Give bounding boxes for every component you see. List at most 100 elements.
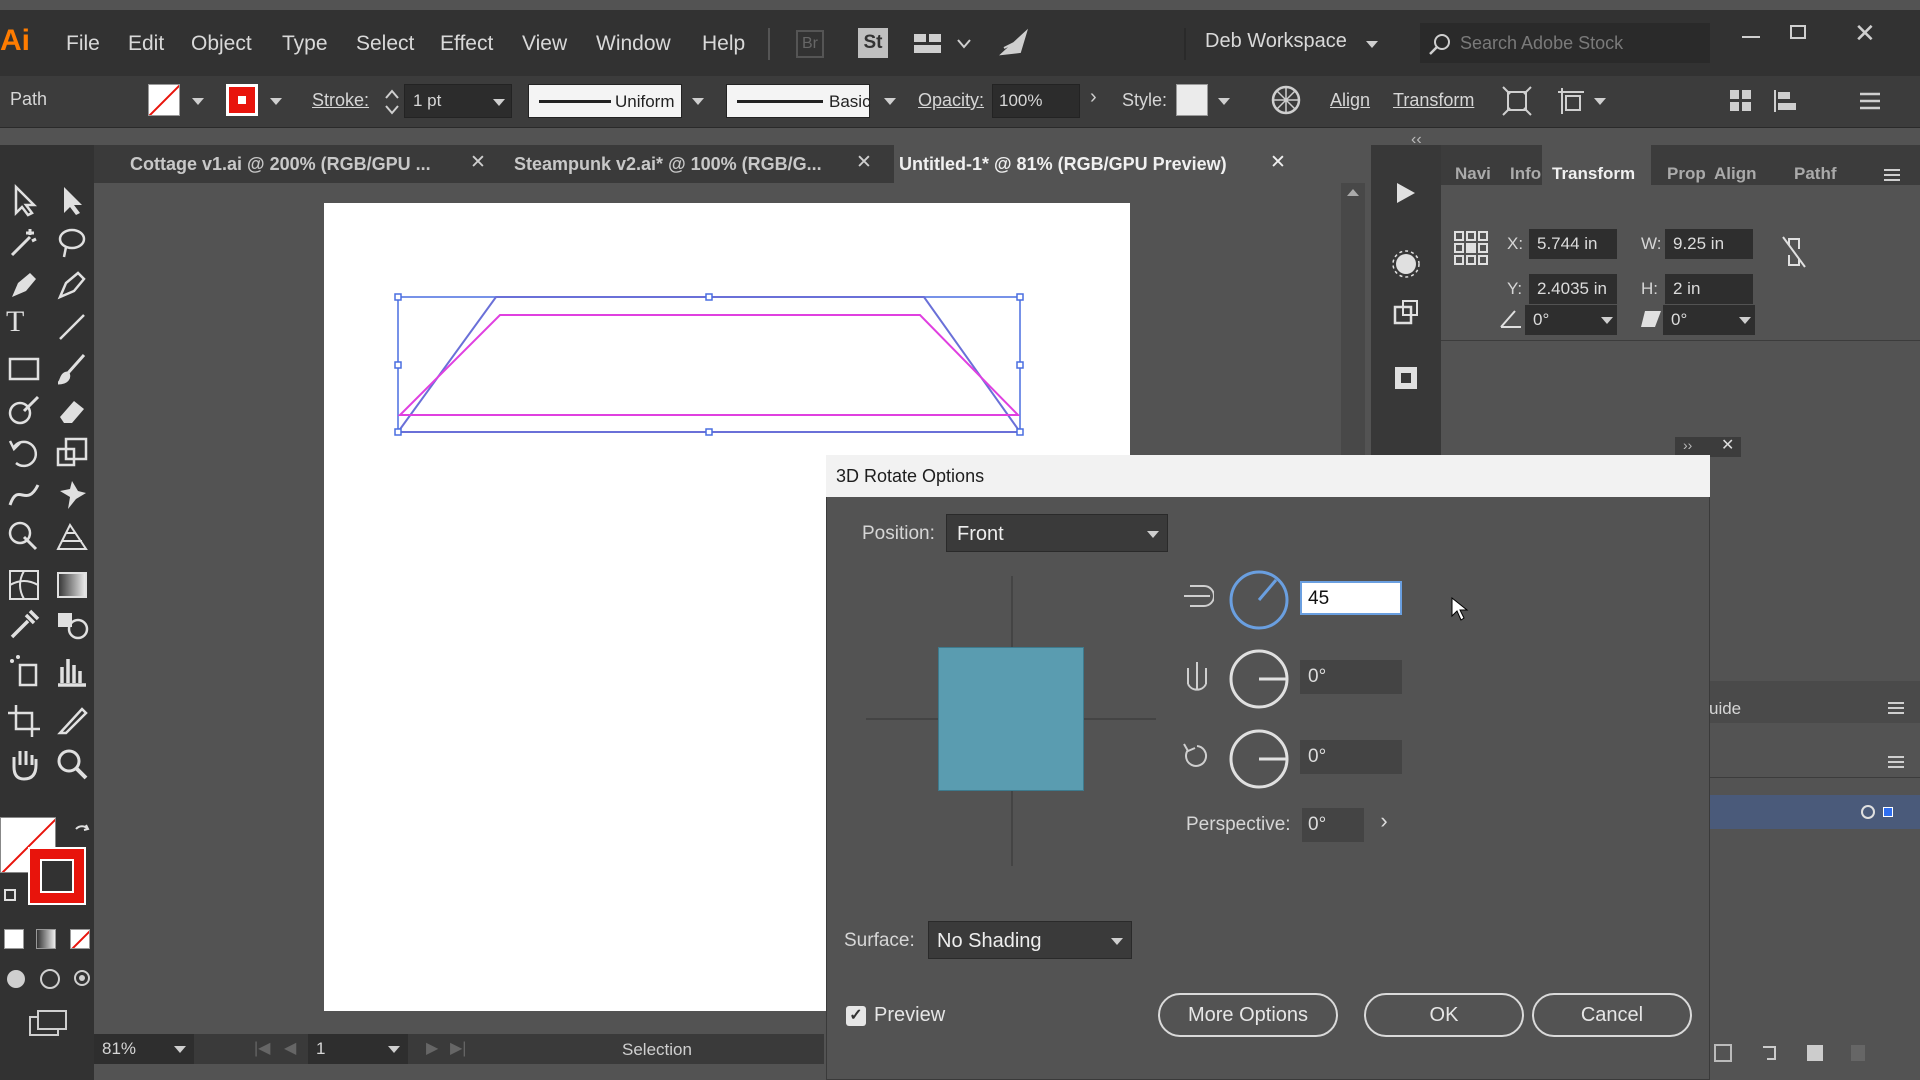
y-field[interactable]: 2.4035 in (1529, 274, 1617, 304)
ok-button[interactable]: OK (1364, 993, 1524, 1037)
transform-link[interactable]: Transform (1393, 90, 1474, 111)
x-rotation-input[interactable]: 45 (1300, 581, 1402, 615)
y-rotation-dial[interactable] (1228, 648, 1290, 710)
rotate-tool-icon[interactable] (6, 435, 42, 471)
eraser-tool-icon[interactable] (54, 393, 90, 429)
cancel-button[interactable]: Cancel (1532, 993, 1692, 1037)
perspective-grid-tool-icon[interactable] (54, 519, 90, 555)
menu-select[interactable]: Select (356, 32, 414, 56)
stroke-weight-field[interactable]: 1 pt (404, 84, 512, 118)
selected-layer-row[interactable] (1705, 795, 1920, 829)
gradient-tool-icon[interactable] (54, 567, 90, 603)
minimize-icon[interactable] (1742, 36, 1760, 38)
recolor-artwork-icon[interactable] (1270, 84, 1302, 116)
menu-file[interactable]: File (66, 32, 100, 56)
style-chevron-down-icon[interactable] (1218, 98, 1230, 105)
gradient-mode-icon[interactable] (36, 929, 56, 949)
menu-window[interactable]: Window (596, 32, 671, 56)
panel-menu-icon[interactable] (1882, 167, 1902, 183)
warp-chevron-down-icon[interactable] (1594, 98, 1606, 105)
selection-tool-icon[interactable] (6, 183, 42, 219)
line-segment-tool-icon[interactable] (54, 309, 90, 345)
lasso-tool-icon[interactable] (54, 225, 90, 261)
blend-tool-icon[interactable] (54, 607, 90, 643)
scale-tool-icon[interactable] (54, 435, 90, 471)
preview-checkbox[interactable]: ✓ (846, 1006, 866, 1026)
opacity-field[interactable]: 100% (992, 84, 1080, 118)
tab-align[interactable]: Align (1714, 164, 1757, 184)
none-mode-icon[interactable] (70, 929, 90, 949)
menu-help[interactable]: Help (702, 32, 745, 56)
isolate-icon[interactable] (1502, 86, 1532, 116)
default-colors-icon[interactable] (4, 889, 16, 901)
menu-effect[interactable]: Effect (440, 32, 493, 56)
puppet-warp-icon[interactable] (1556, 86, 1586, 116)
tab-info[interactable]: Info (1510, 164, 1541, 184)
brush-definition[interactable]: Basic (726, 84, 871, 118)
align-grid-icon[interactable] (1728, 88, 1754, 114)
perspective-input[interactable]: 0° (1302, 808, 1364, 842)
draw-inside-icon[interactable] (72, 967, 92, 989)
draw-normal-icon[interactable] (4, 967, 28, 989)
more-options-button[interactable]: More Options (1158, 993, 1338, 1037)
tab-untitled[interactable]: Untitled-1* @ 81% (RGB/GPU Preview) (899, 145, 1227, 183)
dialog-title[interactable]: 3D Rotate Options (826, 455, 1710, 497)
z-rotation-dial[interactable] (1228, 728, 1290, 790)
first-artboard-icon[interactable]: |◀ (254, 1038, 270, 1058)
width-field[interactable]: 9.25 in (1665, 229, 1753, 259)
column-graph-tool-icon[interactable] (54, 653, 90, 689)
draw-behind-icon[interactable] (38, 967, 62, 989)
actions-play-icon[interactable] (1391, 179, 1419, 207)
mesh-tool-icon[interactable] (6, 567, 42, 603)
position-select[interactable]: Front (946, 514, 1168, 552)
maximize-icon[interactable] (1790, 25, 1806, 39)
stroke-stepper-icon[interactable] (384, 86, 400, 118)
tab-steampunk[interactable]: Steampunk v2.ai* @ 100% (RGB/G... (514, 145, 822, 183)
selection-indicator-icon[interactable] (1883, 807, 1893, 817)
shape-builder-tool-icon[interactable] (6, 519, 42, 555)
asset-export-icon[interactable] (1391, 297, 1421, 327)
menu-type[interactable]: Type (282, 32, 328, 56)
workspace-switcher[interactable]: Deb Workspace (1205, 30, 1347, 53)
variable-width-profile[interactable]: Uniform (528, 84, 682, 118)
opacity-label[interactable]: Opacity: (918, 90, 984, 111)
close-window-icon[interactable]: ✕ (1854, 18, 1876, 49)
align-link[interactable]: Align (1330, 90, 1370, 111)
graphic-style-swatch[interactable] (1176, 84, 1208, 116)
stroke-chevron-down-icon[interactable] (270, 98, 282, 105)
zoom-field[interactable]: 81% (94, 1034, 194, 1064)
change-screen-mode-icon[interactable] (28, 1009, 68, 1039)
tab-transform[interactable]: Transform (1552, 164, 1635, 184)
close-tab-icon[interactable]: ✕ (470, 151, 486, 174)
brush-chevron-down-icon[interactable] (884, 98, 896, 105)
stroke-swatch[interactable] (226, 84, 258, 116)
previous-artboard-icon[interactable]: ◀ (284, 1038, 296, 1058)
close-tab-icon[interactable]: ✕ (1270, 151, 1286, 174)
stroke-label[interactable]: Stroke: (312, 90, 369, 111)
panel-menu-icon[interactable] (1887, 701, 1905, 715)
z-rotation-input[interactable]: 0° (1300, 740, 1402, 774)
gpu-performance-icon[interactable] (998, 28, 1032, 60)
shear-chevron-down-icon[interactable] (1739, 317, 1751, 324)
puppet-warp-tool-icon[interactable] (54, 477, 90, 513)
rectangle-tool-icon[interactable] (6, 351, 42, 387)
stock-button[interactable]: St (858, 28, 888, 58)
chevron-right-icon[interactable]: › (1090, 86, 1097, 109)
direct-selection-tool-icon[interactable] (54, 183, 90, 219)
surface-select[interactable]: No Shading (928, 921, 1132, 959)
target-circle-icon[interactable] (1861, 805, 1875, 819)
profile-chevron-down-icon[interactable] (692, 98, 704, 105)
symbol-sprayer-tool-icon[interactable] (6, 653, 42, 689)
swap-fill-stroke-icon[interactable] (72, 821, 92, 841)
distribute-icon[interactable] (1772, 88, 1800, 114)
y-rotation-input[interactable]: 0° (1300, 660, 1402, 694)
color-mode-icon[interactable] (4, 929, 24, 949)
constrain-proportions-icon[interactable] (1781, 235, 1807, 269)
magic-wand-tool-icon[interactable] (6, 225, 42, 261)
arrange-documents-icon[interactable] (914, 32, 972, 56)
artboard-tool-icon[interactable] (6, 703, 42, 739)
tab-properties[interactable]: Prop (1667, 164, 1706, 184)
reference-point-icon[interactable] (1453, 230, 1489, 266)
panel-menu-icon[interactable] (1858, 90, 1882, 112)
expand-chevrons-icon[interactable]: ›› (1683, 437, 1692, 453)
